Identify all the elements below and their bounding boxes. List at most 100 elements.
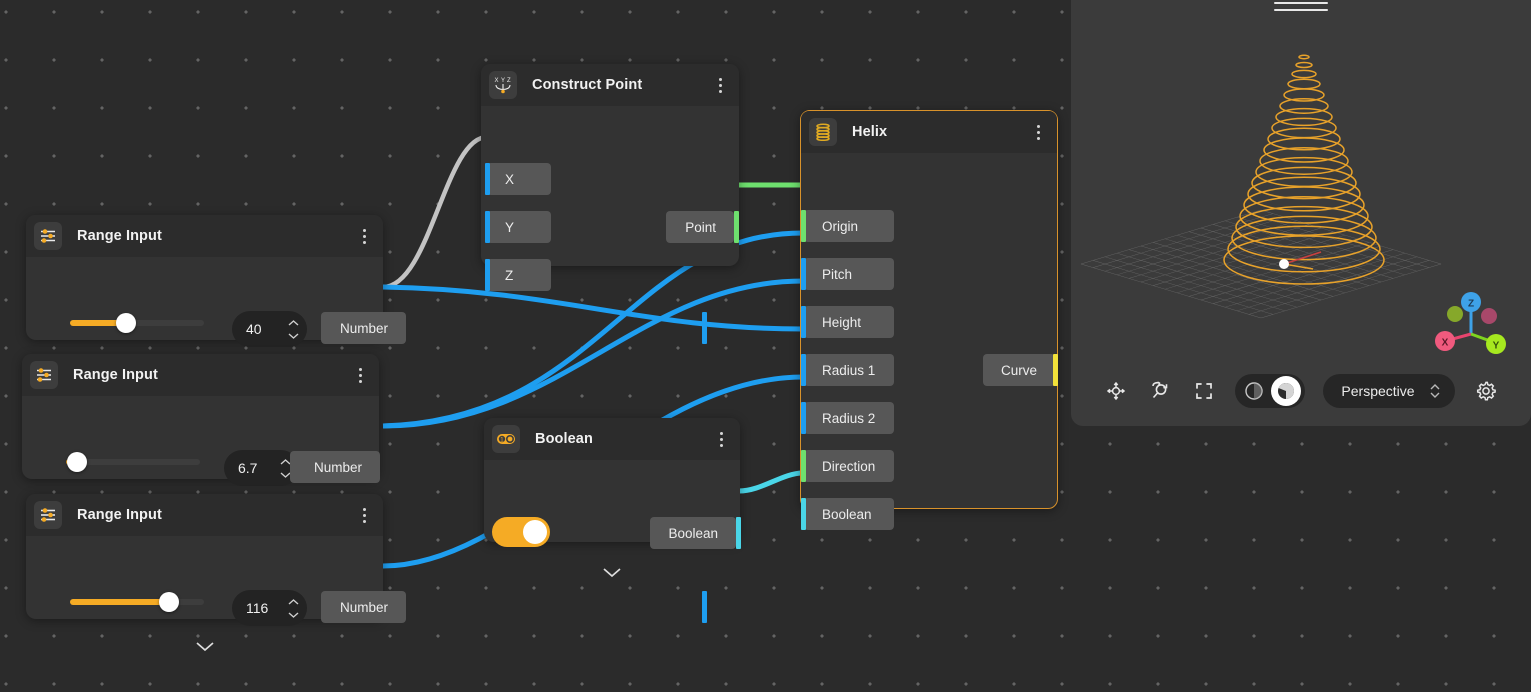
port-connector[interactable]	[1053, 354, 1058, 386]
port-label: Number	[340, 600, 388, 615]
fit-to-screen-icon[interactable]	[1191, 378, 1217, 404]
slider-fill	[70, 599, 169, 605]
node-construct-point[interactable]: X Y Z Construct Point X	[481, 64, 739, 266]
input-port-origin[interactable]: Origin	[801, 210, 894, 242]
port-label: Boolean	[668, 526, 718, 541]
node-menu-button[interactable]	[351, 364, 369, 386]
input-port-z[interactable]: Z	[481, 259, 551, 291]
range-slider[interactable]	[70, 592, 204, 612]
node-range-input-2[interactable]: Range Input 6.7 Number	[22, 354, 379, 479]
value-field[interactable]: 116	[232, 590, 307, 626]
node-range-input-3[interactable]: Range Input 116 Number	[26, 494, 383, 619]
port-connector[interactable]	[801, 450, 806, 482]
value-text: 40	[246, 321, 285, 337]
node-header[interactable]: Range Input	[22, 354, 379, 396]
chevron-updown-icon	[1429, 383, 1441, 399]
value-field[interactable]: 40	[232, 311, 307, 347]
output-port-boolean[interactable]: Boolean	[650, 517, 736, 549]
port-connector[interactable]	[801, 354, 806, 386]
port-connector[interactable]	[702, 591, 707, 623]
port-connector[interactable]	[801, 258, 806, 290]
viewport-toolbar[interactable]: Perspective	[1071, 374, 1531, 408]
node-title: Range Input	[77, 228, 355, 244]
slider-track[interactable]	[70, 599, 204, 605]
port-connector[interactable]	[485, 211, 490, 243]
port-label-wrap: Curve	[983, 354, 1055, 386]
input-port-x[interactable]: X	[481, 163, 551, 195]
port-label-wrap: Number	[321, 591, 406, 623]
range-slider[interactable]	[70, 313, 204, 333]
node-boolean[interactable]: 1 Boolean Boolean	[484, 418, 740, 542]
node-header[interactable]: Range Input	[26, 494, 383, 536]
port-connector[interactable]	[801, 498, 806, 530]
node-header[interactable]: Helix	[801, 111, 1057, 153]
slider-track[interactable]	[66, 459, 200, 465]
node-helix[interactable]: Helix Origin Pitch Height	[800, 110, 1058, 509]
port-connector[interactable]	[736, 517, 741, 549]
value-field[interactable]: 6.7	[224, 450, 299, 486]
value-stepper[interactable]	[285, 320, 301, 339]
axis-gizmo[interactable]: Z X Y	[1425, 284, 1509, 360]
gizmo-y-label: Y	[1493, 341, 1500, 352]
port-label: X	[505, 172, 514, 187]
viewport-3d-scene[interactable]	[1071, 0, 1531, 426]
output-port-number[interactable]: Number	[321, 591, 411, 623]
boolean-toggle[interactable]	[492, 517, 550, 547]
slider-knob[interactable]	[159, 592, 179, 612]
orbit-icon[interactable]	[1103, 378, 1129, 404]
node-menu-button[interactable]	[1029, 121, 1047, 143]
collapse-button[interactable]	[484, 564, 740, 580]
port-connector[interactable]	[801, 210, 806, 242]
output-port-number[interactable]: Number	[290, 451, 380, 483]
node-editor-canvas[interactable]: Range Input 40 Number	[0, 0, 1531, 692]
value-text: 6.7	[238, 460, 277, 476]
node-header[interactable]: 1 Boolean	[484, 418, 740, 460]
input-port-pitch[interactable]: Pitch	[801, 258, 894, 290]
node-menu-button[interactable]	[712, 428, 730, 450]
stepper-down-icon	[288, 612, 299, 618]
node-title: Construct Point	[532, 77, 711, 93]
port-connector[interactable]	[734, 211, 739, 243]
port-label-wrap: Pitch	[804, 258, 894, 290]
sliders-icon	[30, 361, 58, 389]
port-label: Y	[505, 220, 514, 235]
port-connector[interactable]	[801, 402, 806, 434]
port-connector[interactable]	[485, 163, 490, 195]
input-port-radius-1[interactable]: Radius 1	[801, 354, 894, 386]
shaded-shading-icon[interactable]	[1271, 376, 1301, 406]
zoom-region-icon[interactable]	[1147, 378, 1173, 404]
node-menu-button[interactable]	[355, 504, 373, 526]
range-slider[interactable]	[66, 452, 200, 472]
port-connector[interactable]	[801, 306, 806, 338]
wireframe-shading-icon[interactable]	[1239, 376, 1269, 406]
node-menu-button[interactable]	[711, 74, 729, 96]
viewport-panel[interactable]: Z X Y	[1071, 0, 1531, 426]
input-port-radius-2[interactable]: Radius 2	[801, 402, 894, 434]
gear-icon[interactable]	[1473, 378, 1499, 404]
gizmo-x-label: X	[1442, 338, 1449, 349]
port-connector[interactable]	[485, 259, 490, 291]
input-port-direction[interactable]: Direction	[801, 450, 894, 482]
input-port-height[interactable]: Height	[801, 306, 894, 338]
input-port-y[interactable]: Y	[481, 211, 551, 243]
input-port-boolean[interactable]: Boolean	[801, 498, 894, 530]
collapse-button[interactable]	[26, 638, 383, 654]
wire-range2-to-height	[383, 281, 803, 426]
shading-mode-group[interactable]	[1235, 374, 1305, 408]
output-port-point[interactable]: Point	[666, 211, 734, 243]
coil-icon	[809, 118, 837, 146]
node-range-input-1[interactable]: Range Input 40 Number	[26, 215, 383, 340]
output-port-curve[interactable]: Curve	[983, 354, 1055, 386]
port-label: Direction	[822, 459, 875, 474]
node-header[interactable]: X Y Z Construct Point	[481, 64, 739, 106]
port-connector[interactable]	[702, 312, 707, 344]
slider-knob[interactable]	[116, 313, 136, 333]
node-title: Range Input	[73, 367, 351, 383]
output-port-number[interactable]: Number	[321, 312, 411, 344]
slider-track[interactable]	[70, 320, 204, 326]
projection-dropdown[interactable]: Perspective	[1323, 374, 1454, 408]
value-stepper[interactable]	[285, 599, 301, 618]
node-menu-button[interactable]	[355, 225, 373, 247]
slider-knob[interactable]	[67, 452, 87, 472]
node-header[interactable]: Range Input	[26, 215, 383, 257]
